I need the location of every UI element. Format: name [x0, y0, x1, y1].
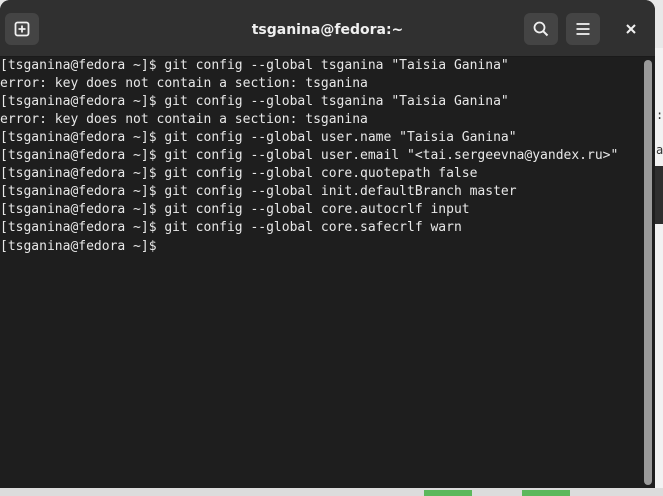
terminal-cursor [164, 237, 172, 253]
background-text-fragment: :/ [656, 108, 663, 122]
terminal-line: [tsganina@fedora ~]$ git config --global… [0, 148, 619, 163]
terminal-line: [tsganina@fedora ~]$ git config --global… [0, 130, 517, 145]
background-green-button [522, 490, 570, 496]
terminal-line: error: key does not contain a section: t… [0, 76, 368, 91]
terminal-prompt: [tsganina@fedora ~]$ [0, 239, 165, 254]
close-icon [626, 24, 636, 34]
headerbar: tsganina@fedora:~ [0, 0, 655, 57]
main-menu-button[interactable] [566, 13, 600, 45]
terminal-scrollbar[interactable] [641, 57, 655, 488]
search-icon [533, 21, 549, 37]
terminal-line: [tsganina@fedora ~]$ git config --global… [0, 166, 478, 181]
terminal-line: [tsganina@fedora ~]$ git config --global… [0, 184, 517, 199]
close-button[interactable] [614, 13, 648, 45]
terminal-line: [tsganina@fedora ~]$ git config --global… [0, 220, 462, 235]
window-title: tsganina@fedora:~ [251, 22, 404, 38]
scrollbar-thumb[interactable] [644, 60, 652, 485]
new-tab-icon [14, 21, 30, 37]
background-text-fragment: az [656, 143, 663, 157]
hamburger-menu-icon [576, 23, 590, 35]
terminal-line: [tsganina@fedora ~]$ git config --global… [0, 202, 470, 217]
terminal-prompt-line[interactable]: [tsganina@fedora ~]$ [0, 237, 172, 255]
background-green-button [424, 490, 472, 496]
background-window-dark-panel [655, 166, 663, 224]
terminal-line: [tsganina@fedora ~]$ git config --global… [0, 58, 509, 73]
new-tab-button[interactable] [5, 13, 39, 45]
terminal-line: [tsganina@fedora ~]$ git config --global… [0, 94, 509, 109]
terminal-window: tsganina@fedora:~ [tsganina@fedora ~]$ g… [0, 0, 655, 488]
terminal-output[interactable]: [tsganina@fedora ~]$ git config --global… [0, 57, 641, 488]
search-button[interactable] [524, 13, 558, 45]
terminal-line: error: key does not contain a section: t… [0, 112, 368, 127]
